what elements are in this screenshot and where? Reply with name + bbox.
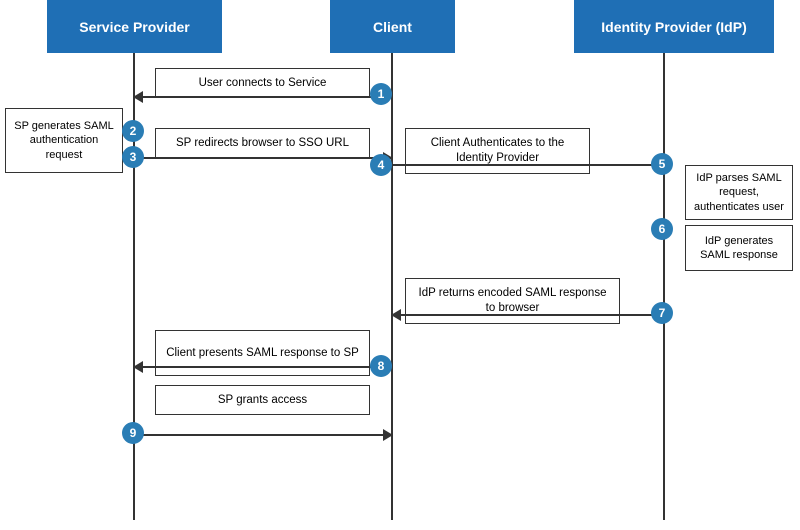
actor-client: Client bbox=[330, 0, 455, 53]
msg-sp-redirects: SP redirects browser to SSO URL bbox=[155, 128, 370, 158]
step-4: 4 bbox=[370, 154, 392, 176]
actor-idp: Identity Provider (IdP) bbox=[574, 0, 774, 53]
step-7: 7 bbox=[651, 302, 673, 324]
lifeline-client bbox=[391, 53, 393, 520]
msg-user-connects: User connects to Service bbox=[155, 68, 370, 98]
step-8: 8 bbox=[370, 355, 392, 377]
msg-client-presents: Client presents SAML response to SP bbox=[155, 330, 370, 376]
step-9: 9 bbox=[122, 422, 144, 444]
step-1: 1 bbox=[370, 83, 392, 105]
msg-sp-grants: SP grants access bbox=[155, 385, 370, 415]
msg-client-auth: Client Authenticates to the Identity Pro… bbox=[405, 128, 590, 174]
note-sp-generates: SP generates SAML authentication request bbox=[5, 108, 123, 173]
arrow-3 bbox=[392, 164, 664, 166]
arrow-7 bbox=[392, 314, 664, 316]
step-6: 6 bbox=[651, 218, 673, 240]
note-idp-parses: IdP parses SAML request, authenticates u… bbox=[685, 165, 793, 220]
lifeline-idp bbox=[663, 53, 665, 520]
note-idp-generates: IdP generates SAML response bbox=[685, 225, 793, 271]
saml-diagram: Service Provider Client Identity Provide… bbox=[0, 0, 800, 530]
step-5: 5 bbox=[651, 153, 673, 175]
arrow-9 bbox=[134, 434, 392, 436]
msg-idp-returns: IdP returns encoded SAML response to bro… bbox=[405, 278, 620, 324]
actor-sp: Service Provider bbox=[47, 0, 222, 53]
step-2: 2 bbox=[122, 120, 144, 142]
step-3: 3 bbox=[122, 146, 144, 168]
arrow-8 bbox=[134, 366, 392, 368]
arrow-1 bbox=[134, 96, 392, 98]
arrow-2b bbox=[134, 157, 392, 159]
